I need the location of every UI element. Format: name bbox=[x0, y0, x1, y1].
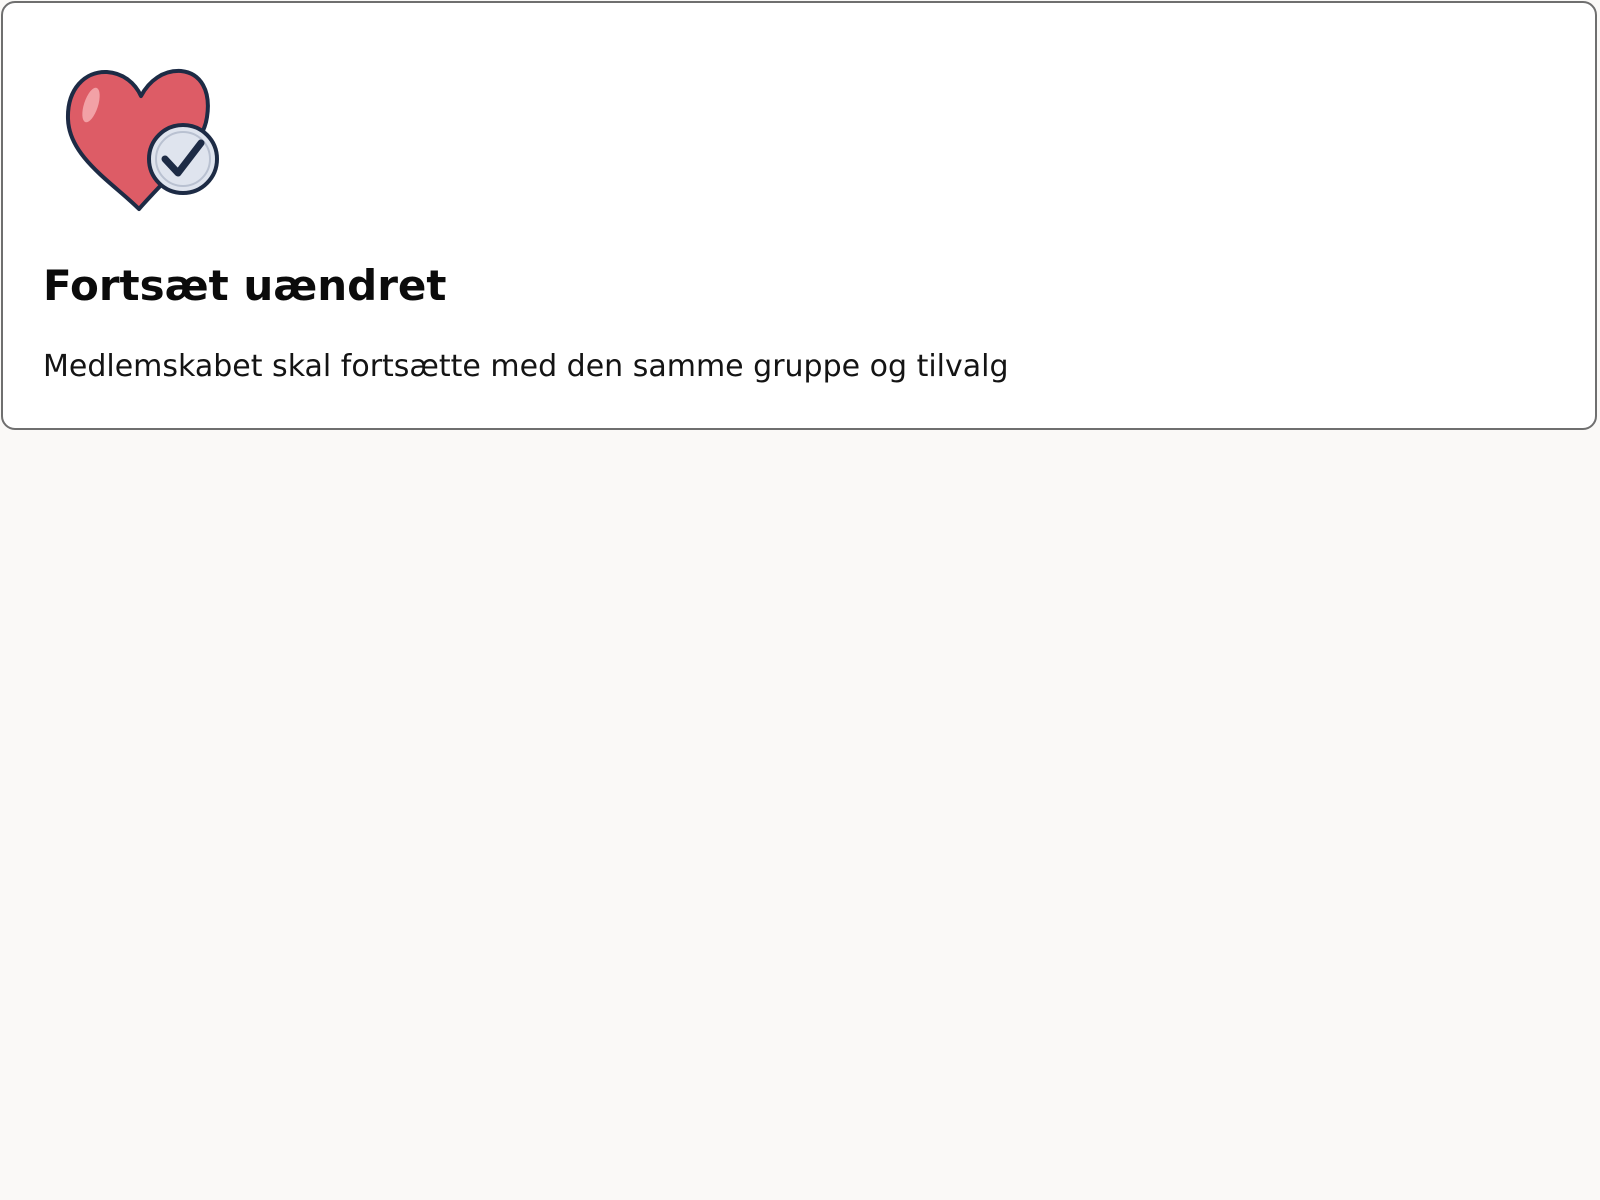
option-title: Fortsæt uændret bbox=[43, 261, 447, 310]
heart-check-icon bbox=[61, 65, 227, 217]
option-description: Medlemskabet skal fortsætte med den samm… bbox=[43, 349, 1009, 384]
continue-unchanged-option-card[interactable]: Fortsæt uændret Medlemskabet skal fortsæ… bbox=[1, 1, 1597, 430]
